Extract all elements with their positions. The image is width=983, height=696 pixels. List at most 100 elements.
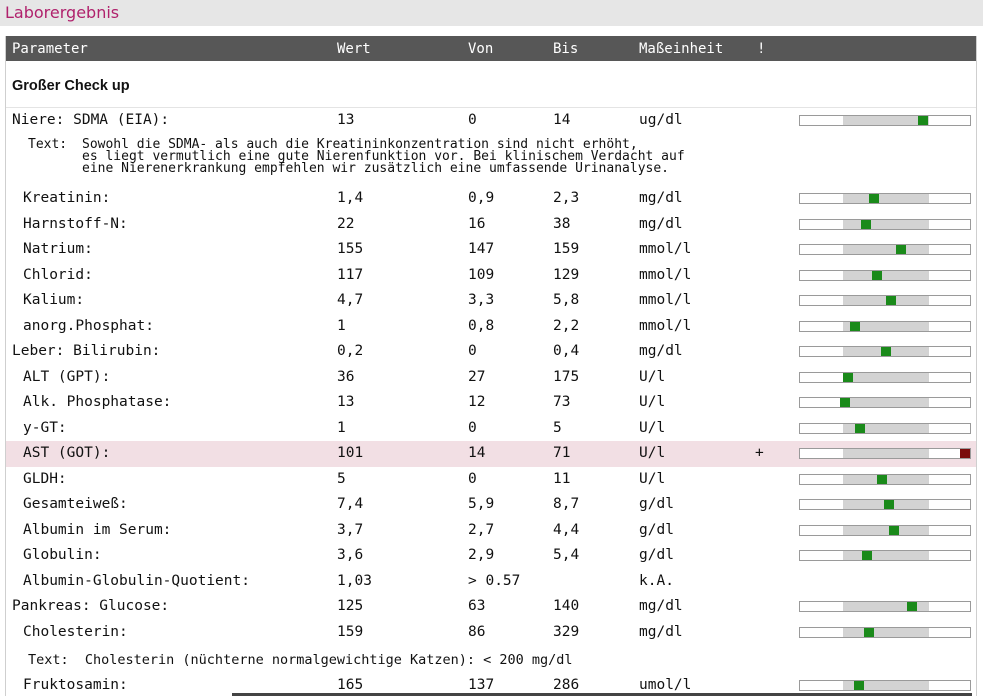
value-marker xyxy=(843,372,854,382)
table-row[interactable]: y-GT: 1 0 5 U/l xyxy=(6,416,976,442)
table-row[interactable]: Albumin-Globulin-Quotient: 1,03 > 0.57 k.A. xyxy=(6,569,976,595)
range-min: 63 xyxy=(468,598,486,614)
parameter-name: Natrium: xyxy=(23,241,93,257)
range-bar xyxy=(799,422,971,434)
table-row[interactable]: Kreatinin: 1,4 0,9 2,3 mg/dl xyxy=(6,186,976,212)
table-row[interactable]: Cholesterin: 159 86 329 mg/dl xyxy=(6,620,976,646)
table-row[interactable]: AST (GOT): 101 14 71 U/l + xyxy=(6,441,976,467)
table-row[interactable]: ALT (GPT): 36 27 175 U/l xyxy=(6,365,976,391)
table-row[interactable]: anorg.Phosphat: 1 0,8 2,2 mmol/l xyxy=(6,314,976,340)
header-bis[interactable]: Bis xyxy=(553,41,578,57)
parameter-name: Niere: SDMA (EIA): xyxy=(12,112,170,128)
range-max: 175 xyxy=(553,368,580,385)
parameter-name: AST (GOT): xyxy=(23,445,111,461)
unit: g/dl xyxy=(639,547,674,563)
header-parameter[interactable]: Parameter xyxy=(12,41,88,57)
result-value: 1 xyxy=(337,419,346,436)
table-row[interactable]: Albumin im Serum: 3,7 2,7 4,4 g/dl xyxy=(6,518,976,544)
parameter-name: Cholesterin: xyxy=(23,623,128,640)
range-min: 27 xyxy=(468,368,486,385)
table-row[interactable]: Kalium: 4,7 3,3 5,8 mmol/l xyxy=(6,288,976,314)
result-value: 101 xyxy=(337,445,364,461)
table-row[interactable]: Niere: SDMA (EIA): 13 0 14 ug/dl xyxy=(6,108,976,134)
range-min: 0 xyxy=(468,343,477,359)
value-marker xyxy=(895,245,906,254)
range-max: 129 xyxy=(553,266,580,283)
result-value: 22 xyxy=(337,215,355,232)
header-flag[interactable]: ! xyxy=(757,41,765,57)
table-row[interactable]: Leber: Bilirubin: 0,2 0 0,4 mg/dl xyxy=(6,339,976,365)
range-max: 5,8 xyxy=(553,292,580,308)
value-marker xyxy=(888,525,899,535)
table-row[interactable]: Harnstoff-N: 22 16 38 mg/dl xyxy=(6,212,976,238)
parameter-name: Pankreas: Glucose: xyxy=(12,598,170,614)
parameter-name: Albumin im Serum: xyxy=(23,521,172,538)
normal-range-band xyxy=(843,219,929,229)
value-marker xyxy=(886,296,897,305)
parameter-name: Fruktosamin: xyxy=(23,677,128,693)
value-marker xyxy=(876,474,887,484)
parameter-name: Alk. Phosphatase: xyxy=(23,394,172,410)
window-titlebar: Laborergebnis xyxy=(0,0,983,26)
range-bar xyxy=(799,448,971,459)
value-marker xyxy=(855,423,866,433)
table-row[interactable]: Pankreas: Glucose: 125 63 140 mg/dl xyxy=(6,594,976,620)
result-value: 117 xyxy=(337,266,364,283)
parameter-name: Kreatinin: xyxy=(23,190,111,206)
parameter-name: Albumin-Globulin-Quotient: xyxy=(23,572,250,589)
range-max: 4,4 xyxy=(553,521,580,538)
parameter-name: Gesamteiweß: xyxy=(23,496,128,512)
unit: mmol/l xyxy=(639,241,692,257)
result-value: 3,6 xyxy=(337,547,364,563)
range-bar xyxy=(799,193,971,204)
range-max: 5 xyxy=(553,419,562,436)
normal-range-band xyxy=(843,372,929,382)
value-marker xyxy=(863,627,874,637)
normal-range-band xyxy=(843,398,929,407)
result-value: 13 xyxy=(337,394,355,410)
range-max: 0,4 xyxy=(553,343,580,359)
range-max: 11 xyxy=(553,470,571,487)
table-row[interactable]: Gesamteiweß: 7,4 5,9 8,7 g/dl xyxy=(6,492,976,518)
table-row[interactable]: Natrium: 155 147 159 mmol/l xyxy=(6,237,976,263)
unit: mg/dl xyxy=(639,190,683,206)
value-marker xyxy=(917,116,928,125)
range-bar xyxy=(799,499,971,510)
result-value: 4,7 xyxy=(337,292,364,308)
range-bar xyxy=(799,626,971,638)
table-row[interactable]: Globulin: 3,6 2,9 5,4 g/dl xyxy=(6,543,976,569)
result-value: 1,4 xyxy=(337,190,364,206)
result-value: 5 xyxy=(337,470,346,487)
range-bar xyxy=(799,218,971,230)
parameter-name: Kalium: xyxy=(23,292,85,308)
range-min: 2,9 xyxy=(468,547,495,563)
normal-range-band xyxy=(843,245,929,254)
result-value: 7,4 xyxy=(337,496,364,512)
header-wert[interactable]: Wert xyxy=(337,41,371,57)
normal-range-band xyxy=(843,525,929,535)
range-min: 0 xyxy=(468,112,477,128)
range-bar xyxy=(799,115,971,126)
parameter-name: Globulin: xyxy=(23,547,102,563)
table-row[interactable]: Alk. Phosphatase: 13 12 73 U/l xyxy=(6,390,976,416)
unit: mg/dl xyxy=(639,343,683,359)
range-max: 2,2 xyxy=(553,317,580,334)
header-masseinheit[interactable]: Maßeinheit xyxy=(639,41,723,57)
normal-range-band xyxy=(843,270,929,280)
header-von[interactable]: Von xyxy=(468,41,493,57)
unit: mmol/l xyxy=(639,292,692,308)
table-row[interactable]: Chlorid: 117 109 129 mmol/l xyxy=(6,263,976,289)
parameter-name: Chlorid: xyxy=(23,266,93,283)
note-label: Text: xyxy=(28,137,68,152)
result-value: 165 xyxy=(337,677,364,693)
range-max: 2,3 xyxy=(553,190,580,206)
value-marker xyxy=(839,398,850,407)
unit: mg/dl xyxy=(639,215,683,232)
range-max: 159 xyxy=(553,241,580,257)
unit: mmol/l xyxy=(639,317,692,334)
table-row[interactable]: GLDH: 5 0 11 U/l xyxy=(6,467,976,493)
normal-range-band xyxy=(843,116,929,125)
range-bar xyxy=(799,550,971,561)
parameter-name: ALT (GPT): xyxy=(23,368,111,385)
unit: k.A. xyxy=(639,572,674,589)
